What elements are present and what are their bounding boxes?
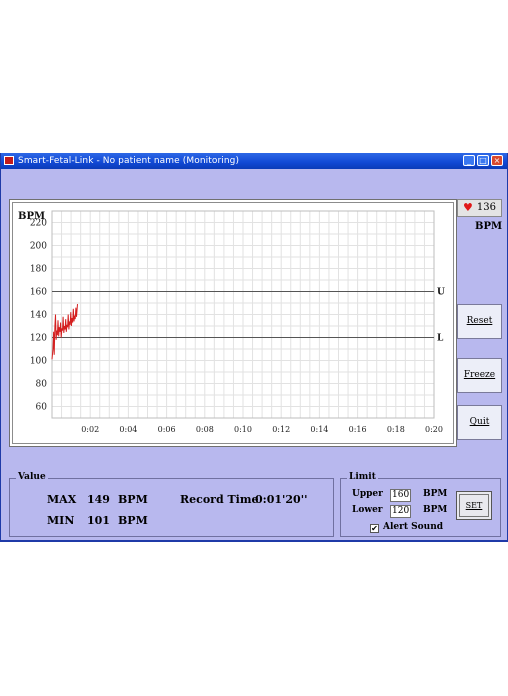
- heart-rate-value: 136: [476, 202, 496, 213]
- upper-label: Upper: [352, 489, 383, 499]
- heart-rate-unit: BPM: [475, 221, 503, 232]
- value-group-title: Value: [16, 472, 48, 482]
- maximize-button[interactable]: □: [477, 155, 489, 166]
- max-unit: BPM: [118, 493, 148, 506]
- value-group: Value MAX 149 BPM Record Time 0:01'20'' …: [9, 472, 334, 537]
- minimize-button[interactable]: _: [463, 155, 475, 166]
- min-value: 101: [87, 514, 110, 527]
- y-tick-label: 100: [30, 357, 47, 367]
- y-tick-label: 60: [36, 403, 48, 413]
- limit-group-title: Limit: [347, 472, 378, 482]
- record-time-label: Record Time: [180, 493, 259, 506]
- quit-button[interactable]: Quit: [457, 405, 502, 440]
- set-button[interactable]: SET: [456, 491, 492, 520]
- min-label: MIN: [47, 514, 75, 527]
- app-icon: [4, 156, 14, 165]
- y-tick-label: 160: [30, 288, 47, 298]
- x-tick-label: 0:10: [234, 425, 252, 434]
- close-button[interactable]: ×: [491, 155, 503, 166]
- bpm-chart: 60 80 100 120 140 160 180 200 220 0:02 0:04 0:06 0:0…: [10, 200, 456, 446]
- y-tick-label: 200: [30, 242, 47, 252]
- lower-limit-input[interactable]: 120: [390, 505, 411, 518]
- window-title: Smart-Fetal-Link - No patient name (Moni…: [18, 156, 240, 166]
- lower-unit: BPM: [423, 505, 448, 515]
- x-tick-label: 0:08: [196, 425, 214, 434]
- freeze-button[interactable]: Freeze: [457, 358, 502, 393]
- y-tick-label: 120: [30, 334, 47, 344]
- heart-icon: ♥: [463, 201, 473, 214]
- record-time-value: 0:01'20'': [255, 493, 308, 506]
- upper-limit-label: U: [437, 288, 445, 298]
- x-tick-label: 0:18: [387, 425, 405, 434]
- bpm-chart-svg: 60801001201401601802002200:02 0:04 0:06 0:0…: [18, 210, 445, 434]
- y-axis-label: BPM: [18, 211, 45, 222]
- heart-rate-readout: ♥ 136: [457, 199, 502, 217]
- y-tick-label: 180: [30, 265, 47, 275]
- x-tick-label: 0:12: [272, 425, 290, 434]
- x-tick-label: 0:14: [310, 425, 328, 434]
- min-unit: BPM: [118, 514, 148, 527]
- lower-limit-label: L: [437, 334, 444, 344]
- lower-label: Lower: [352, 505, 383, 515]
- y-tick-label: 140: [30, 311, 47, 321]
- reset-button[interactable]: Reset: [457, 304, 502, 339]
- x-tick-label: 0:04: [119, 425, 137, 434]
- x-tick-label: 0:20: [425, 425, 443, 434]
- x-tick-label: 0:06: [158, 425, 176, 434]
- upper-unit: BPM: [423, 489, 448, 499]
- app-window: Smart-Fetal-Link - No patient name (Moni…: [0, 153, 508, 542]
- x-tick-label: 0:02: [81, 425, 99, 434]
- max-label: MAX: [47, 493, 77, 506]
- bpm-trace: [51, 304, 78, 360]
- alert-sound-checkbox[interactable]: ✔: [370, 524, 379, 533]
- x-tick-label: 0:16: [349, 425, 367, 434]
- max-value: 149: [87, 493, 110, 506]
- upper-limit-input[interactable]: 160: [390, 489, 411, 502]
- limit-group: Limit Upper 160 BPM Lower 120 BPM SET ✔ …: [340, 472, 501, 537]
- title-bar[interactable]: Smart-Fetal-Link - No patient name (Moni…: [1, 153, 507, 169]
- y-tick-label: 80: [36, 380, 48, 390]
- alert-sound-label: Alert Sound: [383, 522, 444, 532]
